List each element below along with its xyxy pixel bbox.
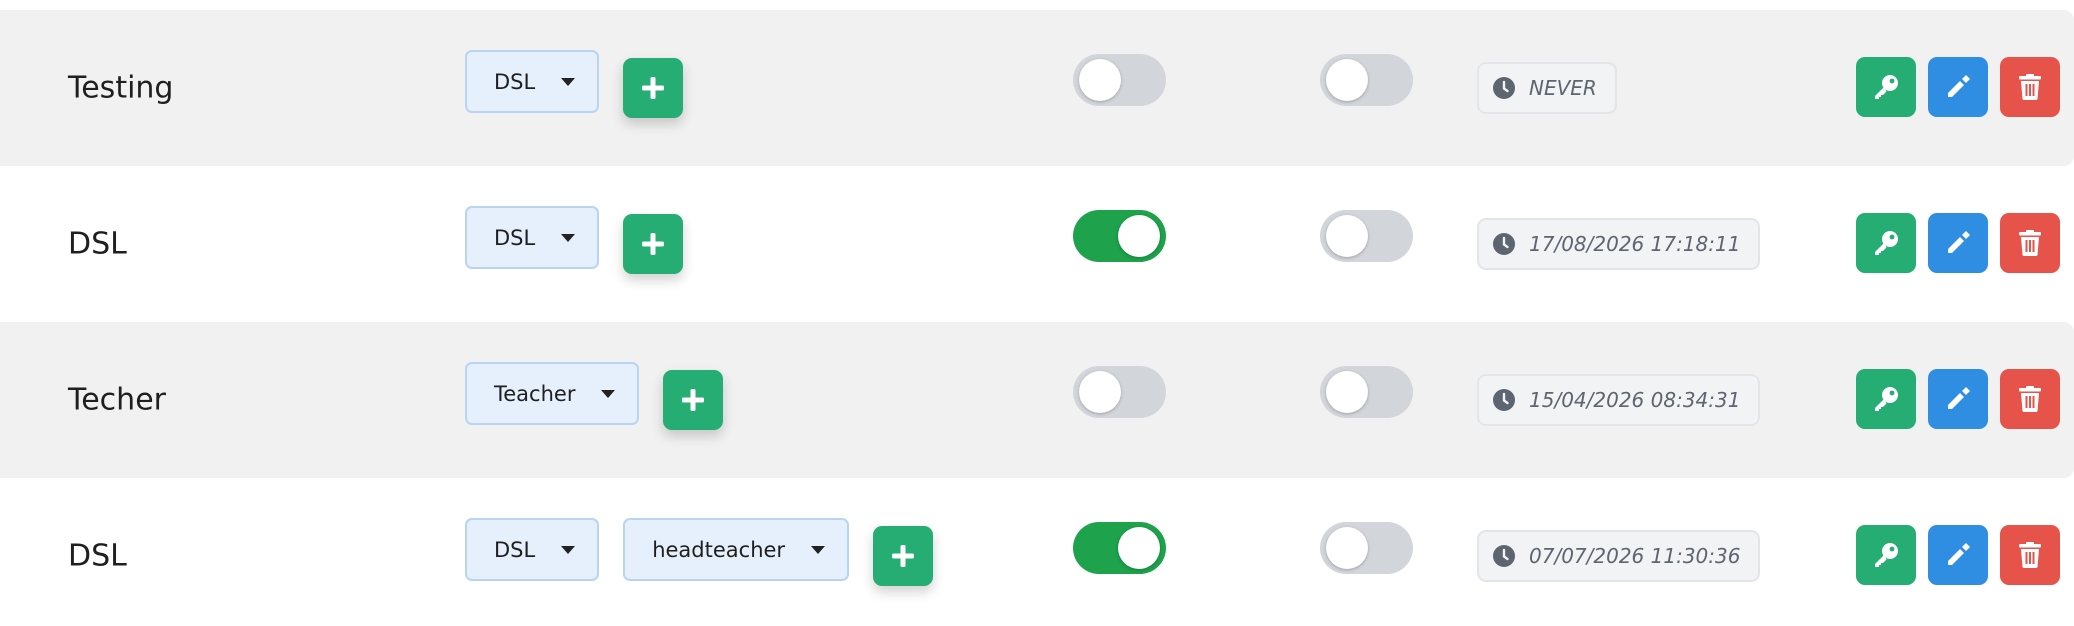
toggle-knob bbox=[1326, 215, 1368, 257]
add-role-button[interactable] bbox=[873, 526, 934, 586]
toggle-knob bbox=[1326, 59, 1368, 101]
role-select[interactable]: Teacher bbox=[465, 362, 640, 425]
edit-button[interactable] bbox=[1928, 369, 1988, 429]
table-row: DSL DSL 17/08/2026 17:18:11 bbox=[0, 166, 2074, 322]
reset-password-button[interactable] bbox=[1856, 525, 1916, 585]
users-table: Testing DSL NEVER DSL DSL 17/08/2026 17:… bbox=[0, 0, 2074, 626]
last-login-badge: NEVER bbox=[1477, 62, 1617, 114]
role-select[interactable]: DSL bbox=[465, 206, 600, 269]
row-actions bbox=[1856, 525, 2060, 585]
plus-icon bbox=[640, 231, 666, 257]
role-select[interactable]: DSL bbox=[465, 50, 600, 113]
table-row: Testing DSL NEVER bbox=[0, 10, 2074, 166]
role-select-value: DSL bbox=[494, 225, 536, 250]
notification-toggle[interactable] bbox=[1320, 210, 1413, 262]
delete-button[interactable] bbox=[2000, 213, 2060, 273]
user-name: Techer bbox=[68, 382, 166, 418]
role-list: DSL headteacher bbox=[465, 518, 934, 586]
status-toggle[interactable] bbox=[1073, 54, 1166, 106]
delete-button[interactable] bbox=[2000, 525, 2060, 585]
key-icon bbox=[1871, 72, 1901, 102]
last-login-text: 15/04/2026 08:34:31 bbox=[1529, 388, 1741, 412]
toggle-knob bbox=[1079, 371, 1121, 413]
notification-toggle[interactable] bbox=[1320, 522, 1413, 574]
toggle-knob bbox=[1079, 59, 1121, 101]
edit-button[interactable] bbox=[1928, 213, 1988, 273]
trash-icon bbox=[2017, 385, 2043, 413]
row-actions bbox=[1856, 57, 2060, 117]
delete-button[interactable] bbox=[2000, 369, 2060, 429]
last-login-badge: 07/07/2026 11:30:36 bbox=[1477, 530, 1761, 582]
caret-down-icon bbox=[561, 77, 576, 86]
edit-button[interactable] bbox=[1928, 57, 1988, 117]
clock-icon bbox=[1493, 77, 1515, 99]
role-select[interactable]: DSL bbox=[465, 518, 600, 581]
toggle-knob bbox=[1326, 371, 1368, 413]
role-select[interactable]: headteacher bbox=[623, 518, 850, 581]
reset-password-button[interactable] bbox=[1856, 369, 1916, 429]
pencil-icon bbox=[1944, 541, 1972, 569]
toggle-knob bbox=[1118, 527, 1160, 569]
role-list: DSL bbox=[465, 50, 684, 118]
plus-icon bbox=[640, 75, 666, 101]
key-icon bbox=[1871, 540, 1901, 570]
role-select-value: Teacher bbox=[494, 381, 576, 406]
add-role-button[interactable] bbox=[623, 214, 684, 274]
caret-down-icon bbox=[561, 545, 576, 554]
table-row: Techer Teacher 15/04/2026 08:34:31 bbox=[0, 322, 2074, 478]
clock-icon bbox=[1493, 389, 1515, 411]
trash-icon bbox=[2017, 541, 2043, 569]
pencil-icon bbox=[1944, 385, 1972, 413]
toggle-knob bbox=[1118, 215, 1160, 257]
plus-icon bbox=[890, 543, 916, 569]
status-toggle[interactable] bbox=[1073, 210, 1166, 262]
add-role-button[interactable] bbox=[623, 58, 684, 118]
notification-toggle[interactable] bbox=[1320, 366, 1413, 418]
user-name: DSL bbox=[68, 226, 127, 262]
role-select-value: headteacher bbox=[652, 537, 786, 562]
reset-password-button[interactable] bbox=[1856, 57, 1916, 117]
trash-icon bbox=[2017, 73, 2043, 101]
caret-down-icon bbox=[811, 545, 826, 554]
status-toggle[interactable] bbox=[1073, 366, 1166, 418]
table-row: DSL DSL headteacher 07/07/2026 11:30:36 bbox=[0, 478, 2074, 626]
clock-icon bbox=[1493, 233, 1515, 255]
role-list: DSL bbox=[465, 206, 684, 274]
edit-button[interactable] bbox=[1928, 525, 1988, 585]
delete-button[interactable] bbox=[2000, 57, 2060, 117]
role-select-value: DSL bbox=[494, 69, 536, 94]
key-icon bbox=[1871, 384, 1901, 414]
user-name: DSL bbox=[68, 538, 127, 574]
row-actions bbox=[1856, 213, 2060, 273]
clock-icon bbox=[1493, 545, 1515, 567]
toggle-knob bbox=[1326, 527, 1368, 569]
last-login-text: NEVER bbox=[1529, 76, 1597, 100]
last-login-badge: 17/08/2026 17:18:11 bbox=[1477, 218, 1761, 270]
last-login-text: 07/07/2026 11:30:36 bbox=[1529, 544, 1741, 568]
user-name: Testing bbox=[68, 70, 174, 106]
last-login-text: 17/08/2026 17:18:11 bbox=[1529, 232, 1741, 256]
add-role-button[interactable] bbox=[663, 370, 724, 430]
role-select-value: DSL bbox=[494, 537, 536, 562]
caret-down-icon bbox=[561, 233, 576, 242]
trash-icon bbox=[2017, 229, 2043, 257]
pencil-icon bbox=[1944, 229, 1972, 257]
last-login-badge: 15/04/2026 08:34:31 bbox=[1477, 374, 1761, 426]
notification-toggle[interactable] bbox=[1320, 54, 1413, 106]
plus-icon bbox=[680, 387, 706, 413]
role-list: Teacher bbox=[465, 362, 724, 430]
reset-password-button[interactable] bbox=[1856, 213, 1916, 273]
row-actions bbox=[1856, 369, 2060, 429]
pencil-icon bbox=[1944, 73, 1972, 101]
key-icon bbox=[1871, 228, 1901, 258]
caret-down-icon bbox=[601, 389, 616, 398]
status-toggle[interactable] bbox=[1073, 522, 1166, 574]
